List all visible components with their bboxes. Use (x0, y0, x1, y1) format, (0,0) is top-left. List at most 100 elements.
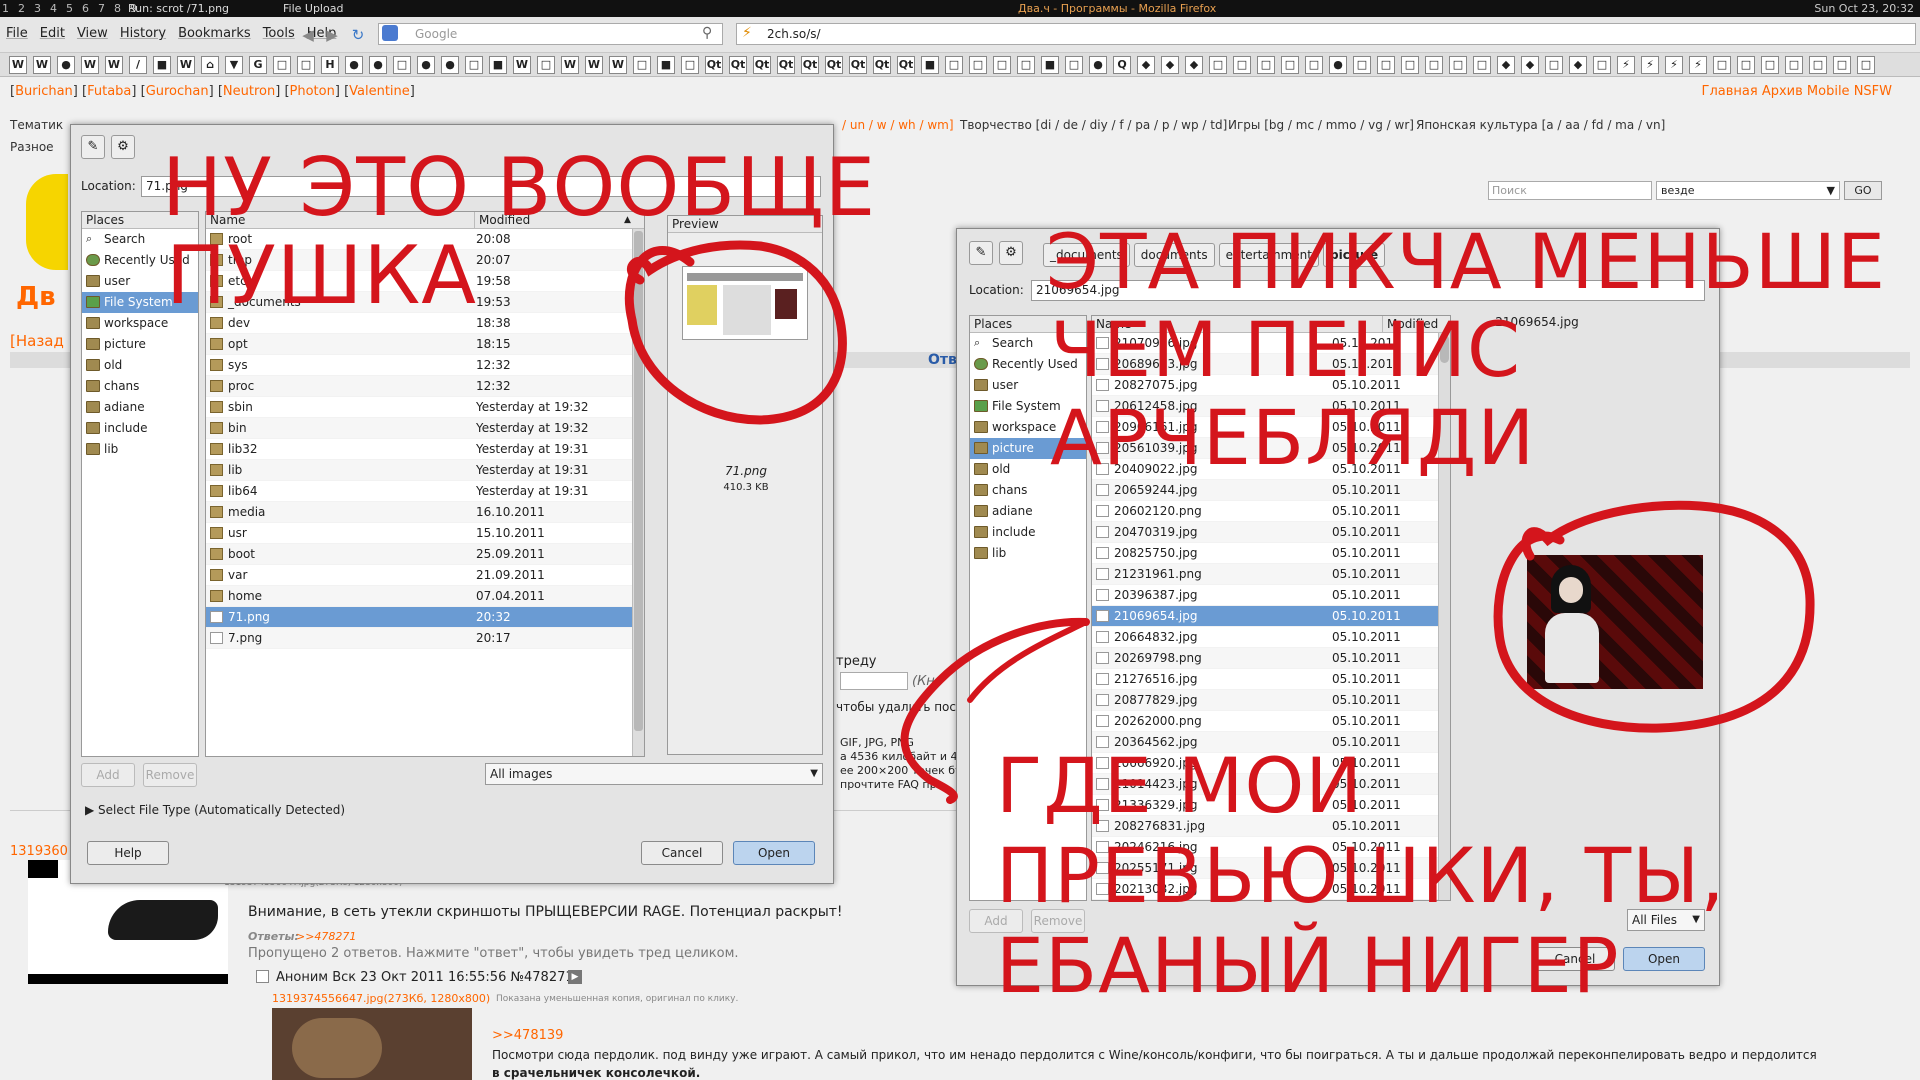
google-icon[interactable] (382, 25, 398, 41)
search-engine-input[interactable]: Google (378, 23, 723, 45)
bookmark-icon[interactable]: □ (537, 56, 555, 74)
open-button[interactable]: Open (733, 841, 815, 865)
bookmark-icon[interactable]: W (585, 56, 603, 74)
workspace-3[interactable]: 3 (34, 2, 41, 15)
file-row[interactable]: bin Yesterday at 19:32 (206, 418, 644, 439)
file-row[interactable]: 20664832.jpg 05.10.2011 (1092, 627, 1450, 648)
bookmark-icon[interactable]: W (105, 56, 123, 74)
bookmark-icon[interactable]: W (561, 56, 579, 74)
site-search-input[interactable]: Поиск (1488, 181, 1652, 200)
file-list-scrollbar[interactable] (632, 229, 644, 756)
menu-bookmarks[interactable]: Bookmarks (178, 26, 251, 41)
file-row[interactable]: proc 12:32 (206, 376, 644, 397)
bookmark-icon[interactable]: H (321, 56, 339, 74)
workspace-8[interactable]: 8 (114, 2, 121, 15)
file-row[interactable]: lib64 Yesterday at 19:31 (206, 481, 644, 502)
workspace-1[interactable]: 1 (2, 2, 9, 15)
post-file-link[interactable]: 1319374556647.jpg(273Кб, 1280x800) (272, 992, 490, 1005)
edit-icon[interactable]: ✎ (81, 135, 105, 159)
bookmark-icon[interactable]: □ (465, 56, 483, 74)
folder-toggle-icon[interactable]: ⚙ (999, 241, 1023, 265)
bookmark-icon[interactable]: ■ (1041, 56, 1059, 74)
file-row[interactable]: lib32 Yesterday at 19:31 (206, 439, 644, 460)
menu-edit[interactable]: Edit (40, 26, 65, 41)
bookmark-icon[interactable]: ◆ (1521, 56, 1539, 74)
bookmark-icon[interactable]: ● (57, 56, 75, 74)
play-icon[interactable]: ▶ (568, 970, 582, 984)
bookmark-icon[interactable]: ▼ (225, 56, 243, 74)
bookmark-icon[interactable]: □ (993, 56, 1011, 74)
bookmark-icon[interactable]: ⚡ (1665, 56, 1683, 74)
bookmark-icon[interactable]: Qt (897, 56, 915, 74)
file-row[interactable]: 20262000.png 05.10.2011 (1092, 711, 1450, 732)
bookmark-icon[interactable]: Qt (705, 56, 723, 74)
menu-view[interactable]: View (77, 26, 108, 41)
style-link-gurochan[interactable]: Gurochan (146, 84, 209, 99)
bookmark-icon[interactable]: Qt (873, 56, 891, 74)
workspace-7[interactable]: 7 (98, 2, 105, 15)
style-link-valentine[interactable]: Valentine (349, 84, 410, 99)
bookmark-icon[interactable]: W (81, 56, 99, 74)
add-bookmark-button[interactable]: Add (81, 763, 135, 787)
taskbar-firefox-title[interactable]: Два.ч - Программы - Mozilla Firefox (1018, 0, 1216, 17)
bookmark-icon[interactable]: □ (1425, 56, 1443, 74)
bookmark-icon[interactable]: □ (945, 56, 963, 74)
back-link[interactable]: [Назад (10, 332, 64, 350)
file-row[interactable]: 71.png 20:32 (206, 607, 644, 628)
bookmark-icon[interactable]: □ (1809, 56, 1827, 74)
bookmark-icon[interactable]: □ (1281, 56, 1299, 74)
bookmark-icon[interactable]: ● (1329, 56, 1347, 74)
file-row[interactable]: 21231961.png 05.10.2011 (1092, 564, 1450, 585)
bookmark-icon[interactable]: ◆ (1569, 56, 1587, 74)
bookmark-icon[interactable]: □ (681, 56, 699, 74)
bookmark-icon[interactable]: ⌂ (201, 56, 219, 74)
file-row[interactable]: 20269798.png 05.10.2011 (1092, 648, 1450, 669)
menu-tools[interactable]: Tools (263, 26, 295, 41)
style-link-burichan[interactable]: Burichan (15, 84, 73, 99)
file-row[interactable]: sbin Yesterday at 19:32 (206, 397, 644, 418)
place-include[interactable]: include (970, 522, 1086, 543)
place-lib[interactable]: lib (82, 439, 198, 460)
bookmark-icon[interactable]: ■ (921, 56, 939, 74)
board-links-creativity[interactable]: Творчество [di / de / diy / f / pa / p /… (960, 118, 1227, 132)
bookmark-icon[interactable]: □ (1305, 56, 1323, 74)
top-links[interactable]: Главная Архив Mobile NSFW (1702, 84, 1892, 99)
bookmark-icon[interactable]: □ (1473, 56, 1491, 74)
bookmark-icon[interactable]: Qt (801, 56, 819, 74)
workspace-5[interactable]: 5 (66, 2, 73, 15)
file-row[interactable]: 21276516.jpg 05.10.2011 (1092, 669, 1450, 690)
bookmark-icon[interactable]: ◆ (1137, 56, 1155, 74)
place-picture[interactable]: picture (82, 334, 198, 355)
bookmark-icon[interactable]: G (249, 56, 267, 74)
board-links-games[interactable]: Игры [bg / mc / mmo / vg / wr] (1228, 118, 1414, 132)
workspace-switcher[interactable]: 123456789 (2, 0, 146, 17)
file-row[interactable]: lib Yesterday at 19:31 (206, 460, 644, 481)
magnifier-icon[interactable]: ⚲ (702, 25, 712, 41)
file-row[interactable]: 20825750.jpg 05.10.2011 (1092, 543, 1450, 564)
place-chans[interactable]: chans (82, 376, 198, 397)
file-row[interactable]: 7.png 20:17 (206, 628, 644, 649)
bookmark-icon[interactable]: □ (1761, 56, 1779, 74)
url-bar[interactable]: 2ch.so/s/ (736, 23, 1916, 45)
site-search-scope[interactable]: везде ▼ (1656, 181, 1840, 200)
bookmark-icon[interactable]: ■ (153, 56, 171, 74)
file-row[interactable]: usr 15.10.2011 (206, 523, 644, 544)
bookmark-icon[interactable]: Qt (729, 56, 747, 74)
place-adiane[interactable]: adiane (970, 501, 1086, 522)
cancel-button[interactable]: Cancel (641, 841, 723, 865)
file-row[interactable]: boot 25.09.2011 (206, 544, 644, 565)
bookmark-icon[interactable]: W (513, 56, 531, 74)
taskbar-run-title[interactable]: Run: scrot /71.png (128, 0, 229, 17)
bookmark-icon[interactable]: □ (1257, 56, 1275, 74)
place-include[interactable]: include (82, 418, 198, 439)
site-search-button[interactable]: GO (1844, 181, 1882, 200)
bookmark-icon[interactable]: W (33, 56, 51, 74)
file-row[interactable]: 20877829.jpg 05.10.2011 (1092, 690, 1450, 711)
file-row[interactable]: 20396387.jpg 05.10.2011 (1092, 585, 1450, 606)
reload-icon[interactable]: ↻ (348, 25, 368, 45)
edit-icon[interactable]: ✎ (969, 241, 993, 265)
folder-toggle-icon[interactable]: ⚙ (111, 135, 135, 159)
file-row[interactable]: 20470319.jpg 05.10.2011 (1092, 522, 1450, 543)
reply-quote-link[interactable]: >>478139 (492, 1028, 563, 1043)
bookmark-icon[interactable]: □ (1785, 56, 1803, 74)
